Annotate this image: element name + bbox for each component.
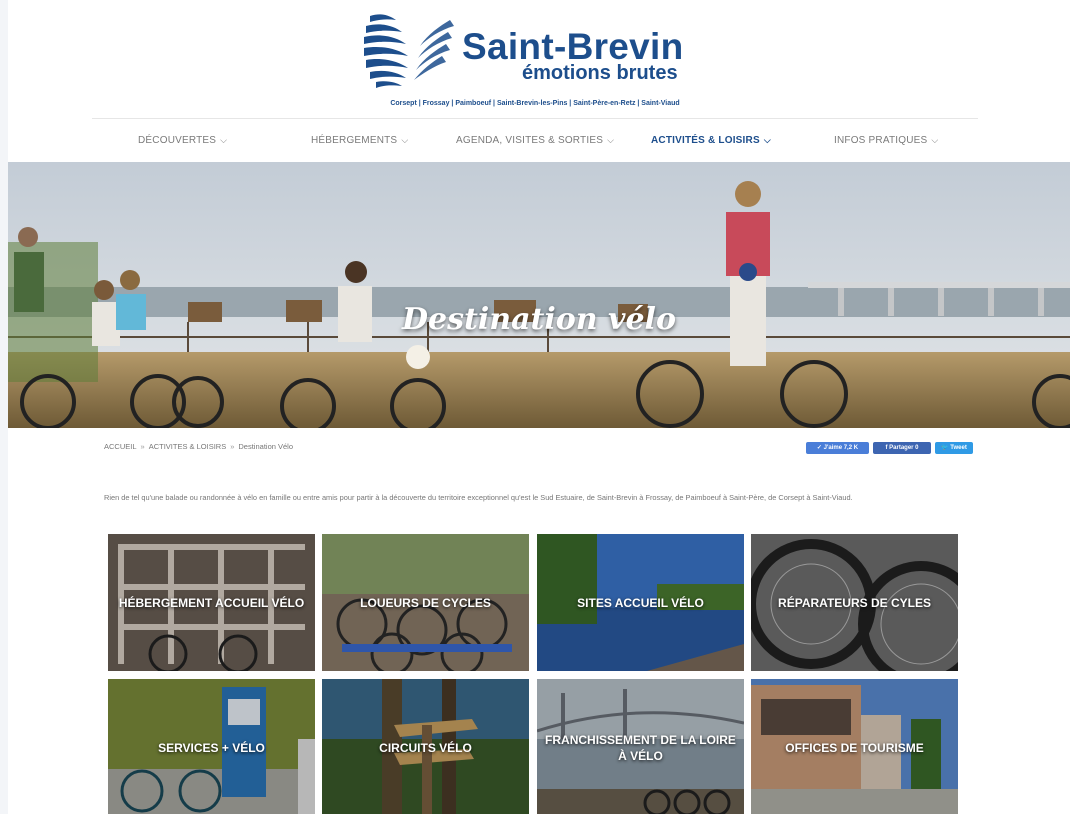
facebook-share-button[interactable]: f Partager 0: [873, 442, 931, 454]
chevron-down-icon: ⌵: [220, 135, 228, 145]
tile-label: LOUEURS DE CYCLES: [360, 595, 491, 610]
wave-logo-icon: [364, 14, 454, 88]
chevron-down-icon: ⌵: [931, 135, 939, 145]
nav-item-infos-pratiques[interactable]: INFOS PRATIQUES ⌵: [834, 135, 938, 146]
nav-item-label: AGENDA, VISITES & SORTIES: [456, 135, 604, 146]
tile-hebergement-accueil-velo[interactable]: HÉBERGEMENT ACCUEIL VÉLO: [108, 534, 315, 671]
tile-label: RÉPARATEURS DE CYLES: [778, 595, 931, 610]
hero-banner: Destination vélo: [8, 162, 1070, 428]
nav-item-activites-loisirs[interactable]: ACTIVITÉS & LOISIRS ⌵: [651, 135, 771, 146]
breadcrumb-separator: »: [140, 442, 145, 451]
left-edge-strip: [0, 0, 8, 814]
tile-label: FRANCHISSEMENT DE LA LOIRE À VÉLO: [545, 732, 736, 763]
tile-reparateurs-de-cycles[interactable]: RÉPARATEURS DE CYLES: [751, 534, 958, 671]
tile-loueurs-de-cycles[interactable]: LOUEURS DE CYCLES: [322, 534, 529, 671]
tile-offices-de-tourisme[interactable]: OFFICES DE TOURISME: [751, 679, 958, 814]
chevron-down-icon: ⌵: [401, 135, 409, 145]
site-logo[interactable]: Saint-Brevin émotions brutes: [362, 10, 722, 92]
tile-sites-accueil-velo[interactable]: SITES ACCUEIL VÉLO: [537, 534, 744, 671]
brand-tagline: émotions brutes: [522, 62, 678, 84]
tweet-button[interactable]: 🐦 Tweet: [935, 442, 973, 454]
hero-photo-cyclists: [8, 162, 1070, 428]
nav-item-label: INFOS PRATIQUES: [834, 135, 928, 146]
breadcrumb-separator: »: [230, 442, 235, 451]
breadcrumb-section-link[interactable]: ACTIVITES & LOISIRS: [149, 442, 227, 451]
breadcrumb-current: Destination Vélo: [238, 442, 294, 451]
nav-item-label: HÉBERGEMENTS: [311, 135, 398, 146]
intro-paragraph: Rien de tel qu'une balade ou randonnée à…: [104, 493, 853, 502]
main-navigation: DÉCOUVERTES ⌵ HÉBERGEMENTS ⌵ AGENDA, VISIT…: [92, 118, 978, 162]
communes-list: Corsept | Frossay | Paimboeuf | Saint-Br…: [390, 100, 680, 107]
nav-item-label: DÉCOUVERTES: [138, 135, 217, 146]
chevron-down-icon: ⌵: [763, 135, 771, 145]
tile-label: HÉBERGEMENT ACCUEIL VÉLO: [118, 595, 305, 610]
nav-item-label: ACTIVITÉS & LOISIRS: [651, 135, 760, 146]
tile-label: CIRCUITS VÉLO: [379, 740, 472, 755]
chevron-down-icon: ⌵: [607, 135, 615, 145]
tile-label: OFFICES DE TOURISME: [785, 740, 924, 755]
nav-item-hebergements[interactable]: HÉBERGEMENTS ⌵: [311, 135, 408, 146]
hero-title: Destination vélo: [402, 302, 676, 337]
breadcrumb-home-link[interactable]: ACCUEIL: [104, 442, 137, 451]
nav-item-decouvertes[interactable]: DÉCOUVERTES ⌵: [138, 135, 227, 146]
tile-services-velo[interactable]: SERVICES + VÉLO: [108, 679, 315, 814]
tile-label: SITES ACCUEIL VÉLO: [577, 595, 704, 610]
breadcrumb: ACCUEIL» ACTIVITES & LOISIRS» Destination …: [104, 442, 293, 451]
like-button[interactable]: ✓ J'aime 7,2 K: [806, 442, 869, 454]
tile-label: SERVICES + VÉLO: [158, 740, 265, 755]
nav-item-agenda[interactable]: AGENDA, VISITES & SORTIES ⌵: [456, 135, 614, 146]
tile-circuits-velo[interactable]: CIRCUITS VÉLO: [322, 679, 529, 814]
tile-franchissement-de-la-loire[interactable]: FRANCHISSEMENT DE LA LOIRE À VÉLO: [537, 679, 744, 814]
